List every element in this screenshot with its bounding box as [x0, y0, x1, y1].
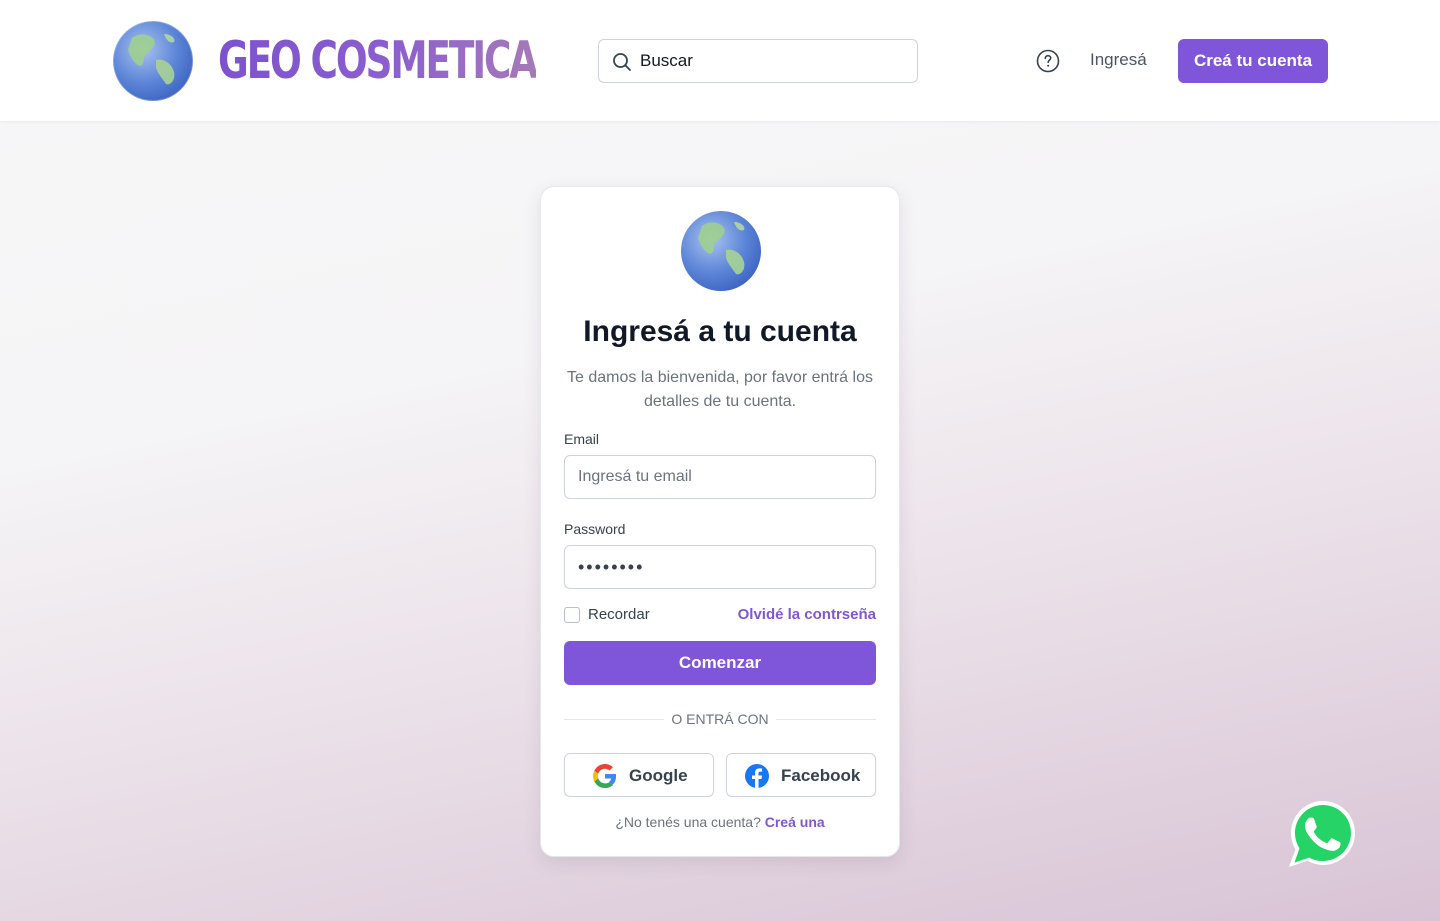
facebook-label: Facebook	[781, 766, 861, 785]
facebook-icon	[745, 764, 769, 788]
page-subtitle: Te damos la bienvenida, por favor entrá …	[567, 369, 873, 410]
email-label: Email	[564, 431, 600, 447]
page-title: Ingresá a tu cuenta	[583, 315, 857, 348]
whatsapp-icon[interactable]	[1287, 797, 1359, 869]
login-card: Ingresá a tu cuenta Te damos la bienveni…	[540, 186, 900, 857]
login-link[interactable]: Ingresá	[1090, 50, 1147, 70]
google-login-button[interactable]: Google	[564, 753, 714, 797]
email-field[interactable]	[564, 455, 876, 499]
brand-name[interactable]: GEO COSMETICA	[218, 26, 538, 96]
question-circle-icon[interactable]	[1036, 49, 1060, 73]
password-field[interactable]: ••••••••	[564, 545, 876, 589]
site-header: GEO COSMETICA Ingresá Creá tu cuenta	[0, 0, 1440, 121]
search-box[interactable]	[598, 39, 918, 83]
signup-prompt: ¿No tenés una cuenta? Creá una	[541, 814, 899, 830]
google-label: Google	[629, 766, 688, 785]
password-label: Password	[564, 521, 626, 537]
remember-checkbox[interactable]	[564, 607, 580, 623]
remember-label: Recordar	[588, 606, 650, 623]
submit-button[interactable]: Comenzar	[564, 641, 876, 685]
divider-line-right	[776, 719, 876, 720]
google-icon	[593, 764, 617, 788]
password-value: ••••••••	[578, 557, 645, 577]
signup-question: ¿No tenés una cuenta?	[615, 814, 761, 830]
globe-logo-icon[interactable]	[112, 20, 194, 102]
forgot-password-link[interactable]: Olvidé la contrseña	[738, 606, 876, 623]
facebook-login-button[interactable]: Facebook	[726, 753, 876, 797]
signup-link[interactable]: Creá una	[765, 814, 825, 830]
search-input[interactable]	[640, 40, 910, 82]
globe-icon	[681, 211, 761, 291]
search-icon	[613, 53, 631, 71]
signup-button[interactable]: Creá tu cuenta	[1178, 39, 1328, 83]
